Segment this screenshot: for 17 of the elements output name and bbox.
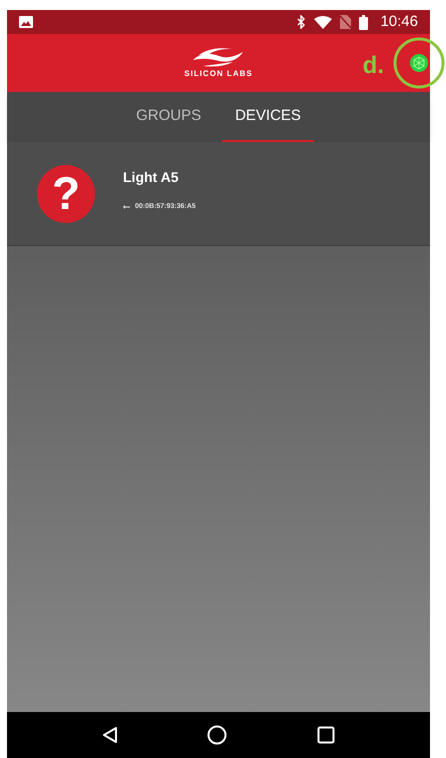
image-icon [19,16,33,28]
battery-icon [359,14,368,30]
device-name: Light A5 [123,168,180,187]
wifi-icon [314,16,332,28]
mesh-icon[interactable] [410,54,428,72]
logo-text: SILICON LABS [184,68,253,80]
unknown-device-icon: ? [37,164,95,222]
status-time: 10:46 [380,12,418,32]
no-sim-icon [340,15,352,29]
back-icon[interactable] [102,726,118,744]
arrow-icon [123,205,130,209]
recents-icon[interactable] [317,726,336,744]
annotation-label: d. [362,51,384,81]
tab[interactable]: GROUPS [123,92,214,142]
highlight-circle [393,37,445,89]
home-icon[interactable] [207,725,228,745]
bluetooth-icon [297,15,306,29]
